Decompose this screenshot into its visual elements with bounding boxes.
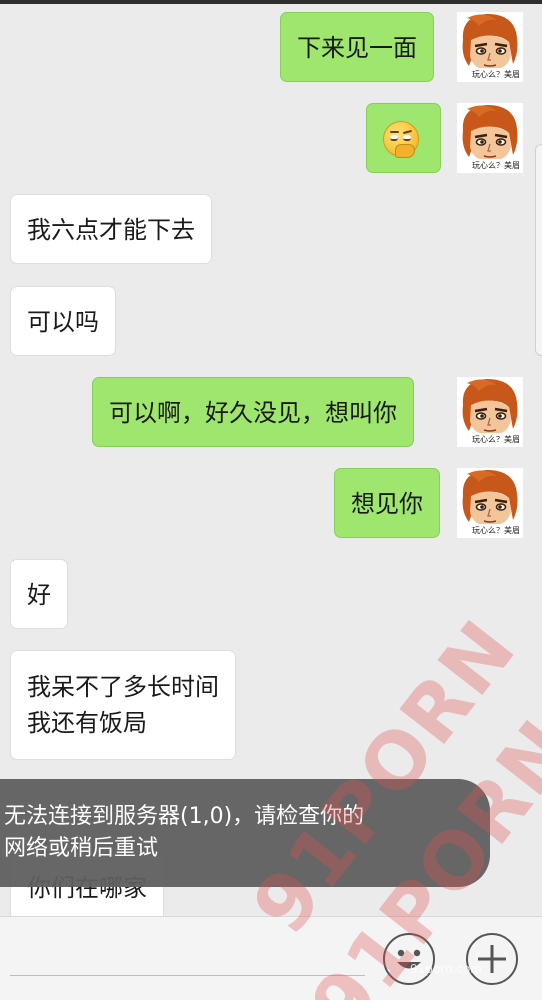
message-text: 好 <box>27 581 51 609</box>
message-bubble-outgoing[interactable]: 可以啊，好久没见，想叫你 <box>92 377 414 447</box>
scrollbar[interactable] <box>535 144 542 356</box>
cartoon-avatar-icon <box>457 103 523 161</box>
message-text: 想见你 <box>351 490 423 518</box>
toast-text-line: 无法连接到服务器(1,0)，请检查你的 <box>4 804 365 829</box>
message-text-line: 我呆不了多长时间 <box>27 673 219 701</box>
avatar-caption: 玩心么？美眉 <box>457 159 523 173</box>
message-text: 下来见一面 <box>297 34 417 62</box>
message-bubble-incoming[interactable]: 可以吗 <box>10 286 116 356</box>
cartoon-avatar-icon <box>457 468 523 526</box>
avatar-caption: 玩心么？美眉 <box>457 433 523 447</box>
message-bubble-outgoing[interactable]: 想见你 <box>334 468 440 538</box>
plus-icon <box>478 945 506 973</box>
avatar-caption: 玩心么？美眉 <box>457 524 523 538</box>
message-bubble-outgoing[interactable]: 下来见一面 <box>280 12 434 82</box>
avatar[interactable]: 玩心么？美眉 <box>457 468 523 538</box>
toast-text-line: 网络或稍后重试 <box>4 836 159 861</box>
cartoon-avatar-icon <box>457 12 523 70</box>
message-input-bar <box>0 916 542 1000</box>
avatar[interactable]: 玩心么？美眉 <box>457 103 523 173</box>
message-bubble-incoming[interactable]: 好 <box>10 559 68 629</box>
emoji-button[interactable] <box>383 933 435 985</box>
more-options-button[interactable] <box>466 933 518 985</box>
thinking-face-icon <box>383 121 419 158</box>
smiley-face-icon <box>397 949 421 969</box>
avatar[interactable]: 玩心么？美眉 <box>457 12 523 82</box>
message-input[interactable] <box>10 927 365 976</box>
message-text-line: 我还有饭局 <box>27 709 147 737</box>
message-bubble-incoming[interactable]: 我六点才能下去 <box>10 194 212 264</box>
message-text: 我六点才能下去 <box>27 216 195 244</box>
message-text: 可以啊，好久没见，想叫你 <box>109 399 397 427</box>
connection-error-toast: 无法连接到服务器(1,0)，请检查你的 网络或稍后重试 <box>0 779 490 887</box>
message-bubble-incoming[interactable]: 我呆不了多长时间 我还有饭局 <box>10 650 236 760</box>
cartoon-avatar-icon <box>457 377 523 435</box>
avatar[interactable]: 玩心么？美眉 <box>457 377 523 447</box>
avatar-caption: 玩心么？美眉 <box>457 68 523 82</box>
message-text: 可以吗 <box>27 308 99 336</box>
message-bubble-outgoing[interactable] <box>366 103 441 173</box>
